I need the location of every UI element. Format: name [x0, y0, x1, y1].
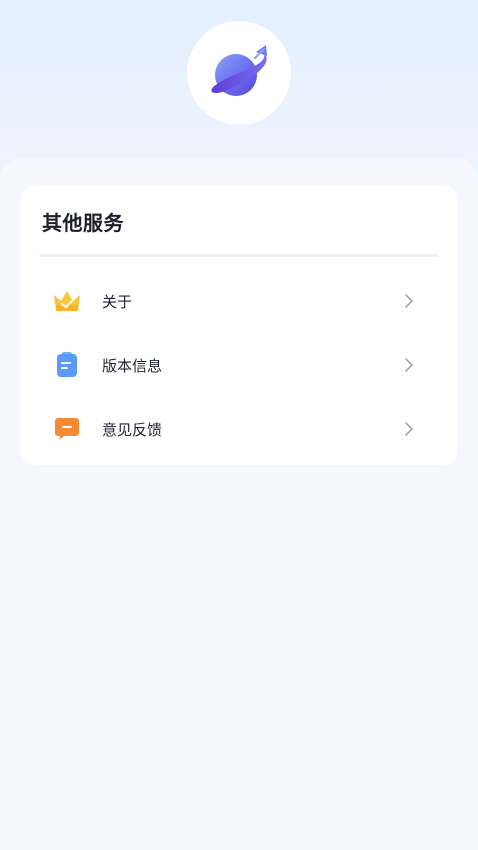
- menu-item-label: 关于: [102, 292, 133, 311]
- app-logo: [187, 21, 291, 125]
- chevron-right-icon: [403, 421, 415, 437]
- crown-icon: [53, 287, 81, 315]
- menu-item-label: 意见反馈: [102, 420, 163, 439]
- other-services-card: 其他服务 关于 版本信息 意见反馈: [21, 185, 457, 465]
- section-title: 其他服务: [42, 211, 124, 235]
- divider: [39, 254, 439, 257]
- planet-icon: [211, 45, 267, 96]
- menu-item-label: 版本信息: [102, 356, 163, 375]
- document-icon: [53, 351, 81, 379]
- page: 其他服务 关于 版本信息 意见反馈: [0, 0, 478, 850]
- menu-item-feedback[interactable]: 意见反馈: [21, 397, 457, 461]
- chevron-right-icon: [403, 293, 415, 309]
- chevron-right-icon: [403, 357, 415, 373]
- feedback-icon: [53, 415, 81, 443]
- menu-item-version-info[interactable]: 版本信息: [21, 333, 457, 397]
- menu-item-about[interactable]: 关于: [21, 269, 457, 333]
